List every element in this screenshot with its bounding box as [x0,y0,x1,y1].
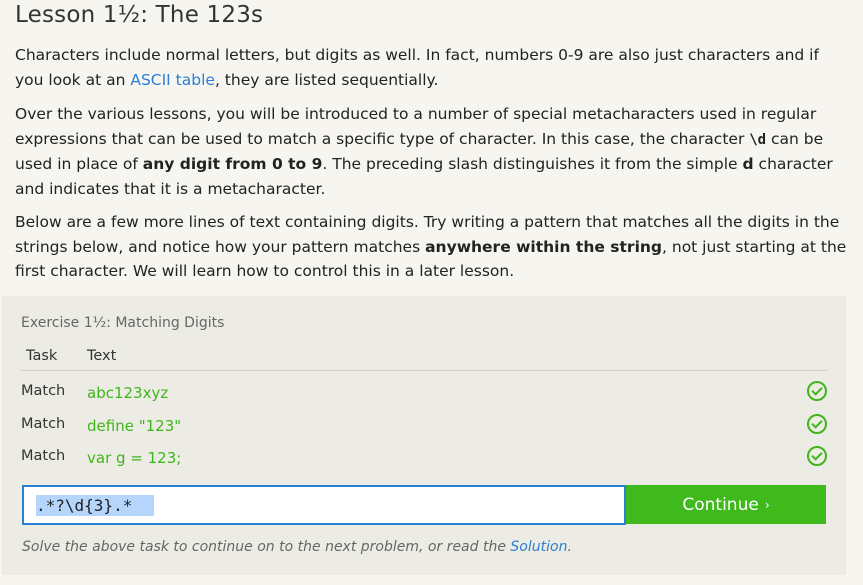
metachar-paragraph: Over the various lessons, you will be in… [15,102,850,201]
hint-text: Solve the above task to continue on to t… [22,539,511,555]
metachar-text-3: . The preceding slash distinguishes it f… [322,155,743,173]
intro-paragraph: Characters include normal letters, but d… [15,43,850,92]
check-icon [807,381,827,401]
exercise-title: Exercise 1½: Matching Digits [21,315,225,331]
regex-input[interactable] [24,487,624,523]
check-icon [807,446,827,466]
chevron-right-icon: › [764,497,770,512]
instructions-paragraph: Below are a few more lines of text conta… [15,210,850,284]
column-header-text: Text [87,348,117,364]
exercise-hint: Solve the above task to continue on to t… [22,539,572,555]
continue-label: Continue [682,494,759,515]
table-row: Match var g = 123; [21,443,827,473]
lesson-title: Lesson 1½: The 123s [15,2,264,28]
check-icon [807,414,827,434]
solution-link[interactable]: Solution [510,539,567,555]
ascii-table-link[interactable]: ASCII table [130,71,215,89]
test-string: abc123xyz [87,384,169,402]
task-label: Match [21,383,66,399]
metachar-text: Over the various lessons, you will be in… [15,105,817,148]
digit-metachar-code: \d [749,131,767,148]
digit-range-emphasis: any digit from 0 to 9 [142,155,323,173]
test-string: var g = 123; [87,449,182,467]
d-character-emphasis: d [742,155,754,173]
column-header-task: Task [26,348,58,364]
table-row: Match abc123xyz [21,378,827,408]
exercise-panel: Exercise 1½: Matching Digits Task Text M… [2,296,846,575]
table-row: Match define "123" [21,411,827,441]
anywhere-emphasis: anywhere within the string [425,237,663,256]
test-string: define "123" [87,417,182,435]
task-label: Match [21,448,66,464]
hint-text-end: . [567,539,572,555]
intro-text-end: , they are listed sequentially. [214,70,439,89]
task-label: Match [21,416,66,432]
continue-button[interactable]: Continue › [626,485,826,524]
regex-input-container [22,485,626,525]
exercise-table-header: Task Text [21,346,827,371]
